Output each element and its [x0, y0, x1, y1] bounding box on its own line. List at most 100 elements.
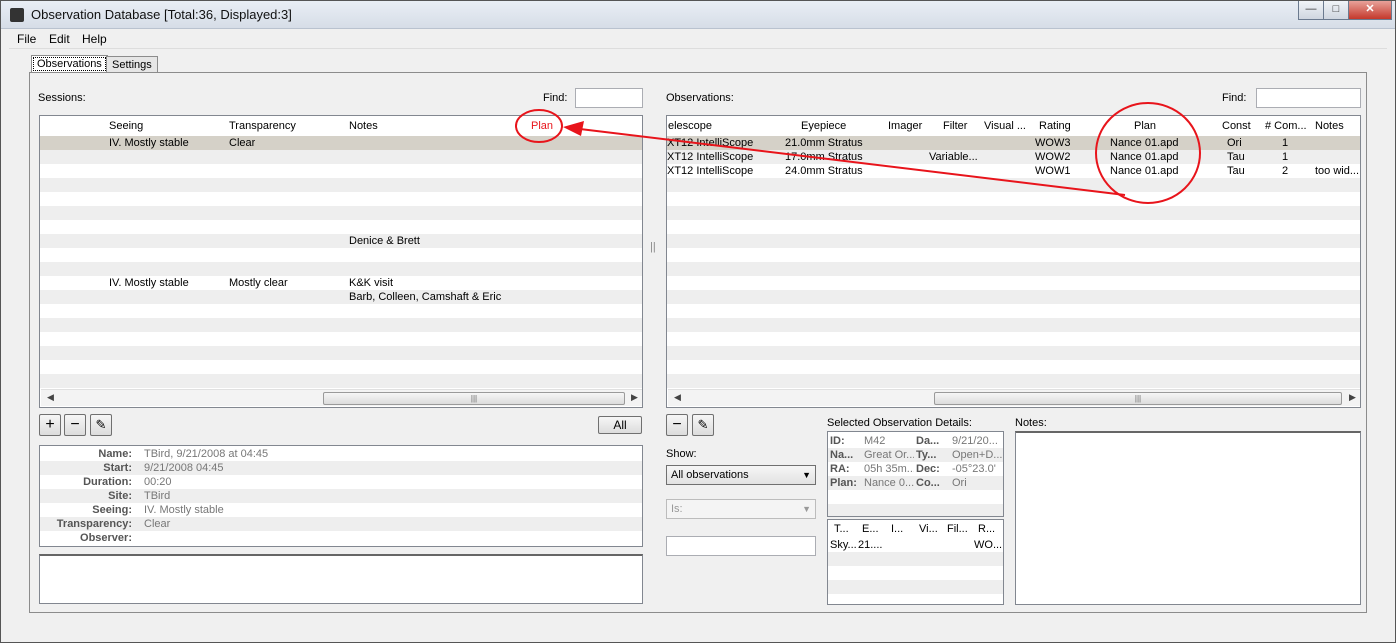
session-row[interactable] [40, 164, 642, 178]
col-seeing[interactable]: Seeing [109, 120, 143, 132]
session-cell-transparency: Mostly clear [229, 277, 288, 289]
scroll-thumb[interactable]: ||| [323, 392, 625, 405]
observations-grid[interactable]: elescope Eyepiece Imager Filter Visual .… [666, 115, 1361, 408]
observation-notes-box[interactable] [1015, 431, 1361, 605]
all-button[interactable]: All [598, 416, 642, 434]
session-row[interactable]: IV. Mostly stable Clear [40, 136, 642, 150]
maximize-button[interactable]: □ [1323, 1, 1349, 20]
session-row[interactable] [40, 360, 642, 374]
menu-file[interactable]: File [17, 32, 36, 46]
sessions-hscrollbar[interactable]: ◀ ||| ▶ [41, 389, 642, 406]
session-row[interactable] [40, 248, 642, 262]
show-select[interactable]: All observations ▼ [666, 465, 816, 485]
session-row[interactable] [40, 192, 642, 206]
observation-row-empty[interactable] [667, 220, 1360, 234]
sub-col-e[interactable]: E... [862, 522, 879, 536]
col-notes[interactable]: Notes [349, 120, 378, 132]
observation-row-empty[interactable] [667, 346, 1360, 360]
observation-row-empty[interactable] [667, 374, 1360, 388]
observation-row-empty[interactable] [667, 262, 1360, 276]
col-comments[interactable]: # Com... [1265, 120, 1307, 132]
splitter-handle[interactable]: || [650, 241, 656, 253]
col-eyepiece[interactable]: Eyepiece [801, 120, 846, 132]
title-bar[interactable]: Observation Database [Total:36, Displaye… [1, 1, 1395, 29]
sub-col-i[interactable]: I... [891, 522, 903, 536]
observation-row-empty[interactable] [667, 234, 1360, 248]
sub-col-fil[interactable]: Fil... [947, 522, 968, 536]
minimize-button[interactable]: — [1298, 1, 1324, 20]
observation-row-empty[interactable] [667, 276, 1360, 290]
col-telescope[interactable]: elescope [668, 120, 712, 132]
observation-cell-const: Ori [1227, 137, 1242, 149]
observation-row-empty[interactable] [667, 304, 1360, 318]
menu-edit[interactable]: Edit [49, 32, 70, 46]
detail-value: Clear [144, 518, 171, 530]
scroll-thumb[interactable]: ||| [934, 392, 1342, 405]
tab-observations[interactable]: Observations [31, 55, 108, 73]
session-row[interactable] [40, 332, 642, 346]
sessions-find-input[interactable] [575, 88, 643, 108]
observation-row[interactable]: XT12 IntelliScope 21.0mm Stratus WOW3 Nance… [667, 136, 1360, 150]
remove-observation-button[interactable]: − [666, 414, 688, 436]
col-filter[interactable]: Filter [943, 120, 967, 132]
edit-observation-button[interactable]: ✎ [692, 414, 714, 436]
sub-grid-row-alt [828, 580, 1003, 594]
sub-grid-row[interactable]: Sky... 21.... WO... [828, 538, 1003, 552]
menu-help[interactable]: Help [82, 32, 107, 46]
add-session-button[interactable]: + [39, 414, 61, 436]
observations-find-label: Find: [1222, 92, 1247, 104]
col-transparency[interactable]: Transparency [229, 120, 296, 132]
session-row[interactable] [40, 262, 642, 276]
session-notes-box[interactable] [39, 554, 643, 604]
observation-row-empty[interactable] [667, 360, 1360, 374]
scroll-left-icon[interactable]: ◀ [674, 392, 681, 403]
selected-detail-value: Great Or... [864, 449, 914, 461]
session-row[interactable] [40, 374, 642, 388]
sub-col-r[interactable]: R... [978, 522, 995, 536]
edit-session-button[interactable]: ✎ [90, 414, 112, 436]
session-detail-row: Duration: 00:20 [40, 475, 642, 489]
session-row[interactable] [40, 318, 642, 332]
col-notes[interactable]: Notes [1315, 120, 1344, 132]
col-visual[interactable]: Visual ... [984, 120, 1026, 132]
observation-row-empty[interactable] [667, 248, 1360, 262]
close-button[interactable]: ✕ [1348, 1, 1392, 20]
selected-detail-row: Na... Great Or... Ty... Open+D... [828, 448, 1003, 462]
session-row[interactable] [40, 304, 642, 318]
session-row[interactable] [40, 206, 642, 220]
session-row[interactable] [40, 220, 642, 234]
session-row[interactable]: Barb, Colleen, Camshaft & Eric [40, 290, 642, 304]
observation-cell-const: Tau [1227, 165, 1245, 177]
sub-cell-r: WO... [974, 539, 1003, 551]
observation-row[interactable]: XT12 IntelliScope 17.0mm Stratus Variable.… [667, 150, 1360, 164]
col-imager[interactable]: Imager [888, 120, 922, 132]
observation-sub-grid[interactable]: T... E... I... Vi... Fil... R... Sky... … [827, 519, 1004, 605]
scroll-left-icon[interactable]: ◀ [47, 392, 54, 403]
observation-row-empty[interactable] [667, 290, 1360, 304]
observations-find-input[interactable] [1256, 88, 1361, 108]
sub-col-vi[interactable]: Vi... [919, 522, 938, 536]
col-rating[interactable]: Rating [1039, 120, 1071, 132]
observations-hscrollbar[interactable]: ◀ ||| ▶ [668, 389, 1360, 406]
col-plan[interactable]: Plan [1134, 120, 1156, 132]
session-row[interactable] [40, 178, 642, 192]
sessions-grid[interactable]: Seeing Transparency Notes Plan IV. Mostl… [39, 115, 643, 408]
observation-row-empty[interactable] [667, 206, 1360, 220]
col-plan[interactable]: Plan [531, 120, 553, 132]
session-row[interactable] [40, 150, 642, 164]
session-detail-row: Name: TBird, 9/21/2008 at 04:45 [40, 447, 642, 461]
observation-row-empty[interactable] [667, 178, 1360, 192]
scroll-right-icon[interactable]: ▶ [1349, 392, 1356, 403]
session-row[interactable]: Denice & Brett [40, 234, 642, 248]
remove-session-button[interactable]: − [64, 414, 86, 436]
scroll-right-icon[interactable]: ▶ [631, 392, 638, 403]
observation-row-empty[interactable] [667, 192, 1360, 206]
observation-row-empty[interactable] [667, 332, 1360, 346]
col-const[interactable]: Const [1222, 120, 1251, 132]
filter-value-input[interactable] [666, 536, 816, 556]
session-row[interactable]: IV. Mostly stable Mostly clear K&K visit [40, 276, 642, 290]
observation-row-empty[interactable] [667, 318, 1360, 332]
sub-col-t[interactable]: T... [834, 522, 849, 536]
observation-row[interactable]: XT12 IntelliScope 24.0mm Stratus WOW1 Nance… [667, 164, 1360, 178]
session-row[interactable] [40, 346, 642, 360]
